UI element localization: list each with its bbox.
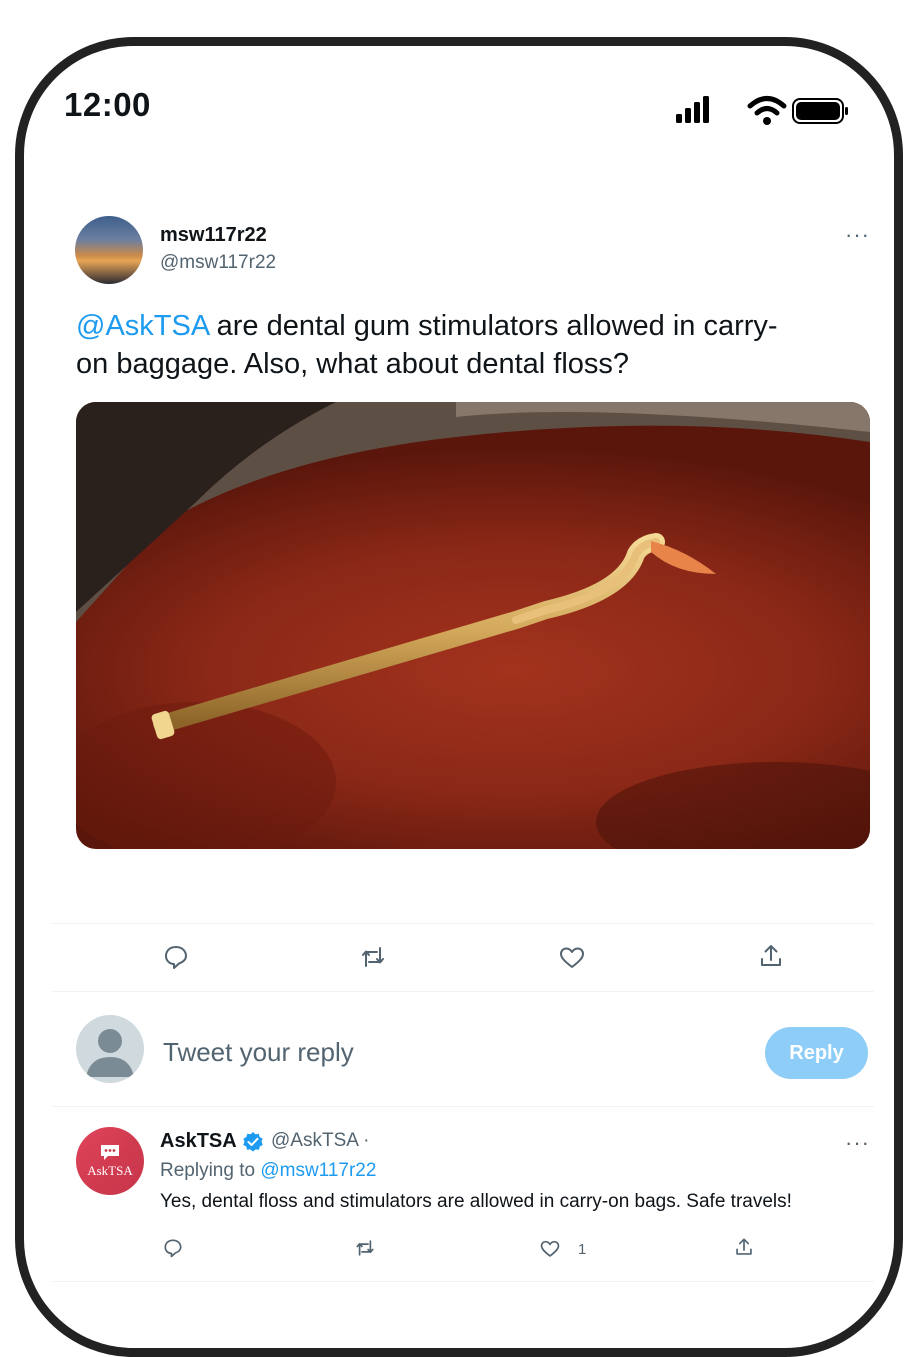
- tweet-text-line1: are dental gum stimulators allowed in ca…: [208, 310, 778, 342]
- tweet-text-line2: on baggage. Also, what about dental flos…: [76, 348, 630, 380]
- divider: [52, 991, 874, 992]
- like-icon[interactable]: [559, 945, 585, 971]
- more-options-icon[interactable]: ···: [845, 222, 870, 248]
- current-user-avatar: [76, 1015, 144, 1083]
- avatar-label: AskTSA: [87, 1163, 133, 1178]
- asktsa-avatar[interactable]: AskTSA: [76, 1127, 144, 1195]
- tweet-text: @AskTSA are dental gum stimulators allow…: [76, 307, 866, 383]
- display-name[interactable]: msw117r22: [160, 224, 267, 247]
- avatar[interactable]: [75, 216, 143, 284]
- reply-display-name[interactable]: AskTSA: [160, 1130, 237, 1153]
- reply-text: Yes, dental floss and stimulators are al…: [160, 1191, 792, 1212]
- status-time: 12:00: [64, 86, 151, 123]
- reply-more-options-icon[interactable]: ···: [845, 1130, 870, 1156]
- tweet-photo[interactable]: [76, 402, 870, 849]
- like-count: 1: [578, 1241, 587, 1258]
- battery-icon: [792, 98, 848, 124]
- mention-link[interactable]: @AskTSA: [76, 310, 209, 342]
- replying-to-link[interactable]: @msw117r22: [260, 1160, 376, 1181]
- retweet-icon[interactable]: [360, 944, 386, 970]
- reply-input[interactable]: Tweet your reply: [163, 1037, 354, 1068]
- default-avatar-icon: [86, 1029, 134, 1077]
- signal-icon: [676, 96, 709, 123]
- chat-bubble-icon: [101, 1145, 119, 1160]
- reply-handle[interactable]: @AskTSA ·: [271, 1130, 369, 1152]
- wifi-icon: [747, 96, 787, 125]
- replying-prefix: Replying to: [160, 1160, 261, 1181]
- reply-like-icon[interactable]: [540, 1239, 560, 1259]
- status-icons: [676, 96, 848, 125]
- share-icon[interactable]: [758, 943, 784, 969]
- reply-share-icon[interactable]: [734, 1237, 754, 1257]
- dental-tool: [151, 533, 716, 740]
- user-handle[interactable]: @msw117r22: [160, 252, 276, 274]
- reply-retweet-icon[interactable]: [355, 1238, 375, 1258]
- divider: [52, 1106, 874, 1107]
- reply-icon[interactable]: [163, 944, 189, 970]
- divider: [52, 1281, 874, 1282]
- divider: [52, 923, 874, 924]
- verified-badge-icon: [243, 1132, 263, 1152]
- reply-reply-icon[interactable]: [163, 1238, 183, 1258]
- reply-button[interactable]: Reply: [765, 1027, 868, 1079]
- replying-to: Replying to @msw117r22: [160, 1160, 376, 1182]
